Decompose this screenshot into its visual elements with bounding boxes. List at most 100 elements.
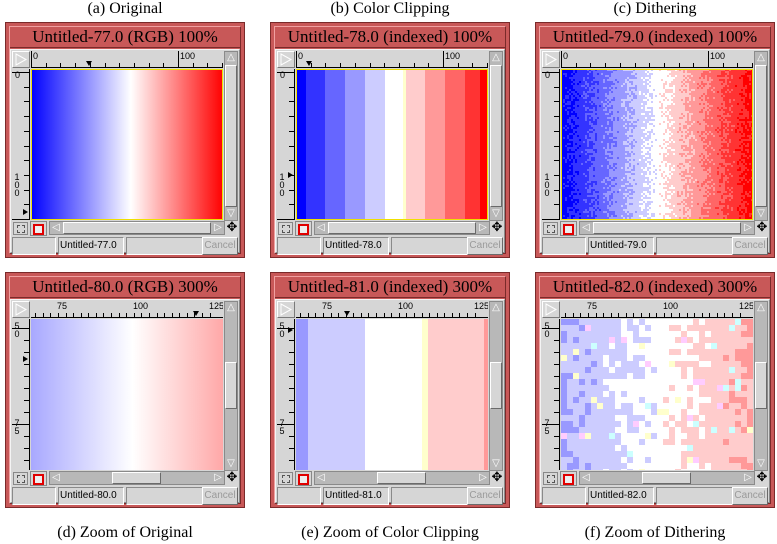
menu-button[interactable] [277, 51, 295, 68]
horizontal-ruler[interactable]: 75 100 125 [296, 301, 488, 318]
scroll-up-arrow[interactable]: △ [490, 52, 502, 64]
navigate-icon[interactable]: ✥ [490, 471, 504, 485]
scroll-left-arrow[interactable]: ◁ [315, 472, 327, 484]
horizontal-scroll-thumb[interactable] [377, 472, 426, 484]
image-canvas[interactable] [31, 69, 223, 220]
vertical-ruler[interactable]: 0 100 [542, 69, 560, 220]
menu-button[interactable] [542, 301, 560, 318]
cancel-button[interactable]: Cancel [467, 487, 503, 505]
horizontal-scrollbar[interactable]: ◁ ▷ [314, 471, 490, 485]
horizontal-ruler[interactable]: 0 100 [296, 51, 488, 68]
quickmask-off-button[interactable] [278, 222, 293, 235]
vertical-scrollbar[interactable]: △ ▽ [754, 301, 768, 471]
scroll-left-arrow[interactable]: ◁ [50, 472, 62, 484]
cancel-button[interactable]: Cancel [202, 487, 238, 505]
vertical-scrollbar[interactable]: △ ▽ [489, 301, 503, 471]
vertical-scroll-thumb[interactable] [490, 362, 502, 409]
scroll-up-arrow[interactable]: △ [225, 302, 237, 314]
menu-button[interactable] [277, 301, 295, 318]
vertical-ruler[interactable]: 50 75 [12, 319, 30, 470]
cancel-button[interactable]: Cancel [732, 237, 768, 255]
vertical-ruler[interactable]: 50 75 [277, 319, 295, 470]
quickmask-on-button[interactable] [295, 221, 312, 236]
navigate-icon[interactable]: ✥ [225, 471, 239, 485]
scroll-up-arrow[interactable]: △ [755, 52, 767, 64]
cancel-button[interactable]: Cancel [467, 237, 503, 255]
horizontal-scrollbar[interactable]: ◁ ▷ [579, 221, 755, 235]
image-canvas[interactable] [561, 69, 753, 220]
vertical-scroll-thumb[interactable] [225, 362, 237, 409]
scroll-down-arrow[interactable]: ▽ [225, 208, 237, 220]
horizontal-ruler[interactable]: 75 100 125 [561, 301, 753, 318]
vertical-ruler[interactable]: 50 75 [542, 319, 560, 470]
menu-button[interactable] [12, 51, 30, 68]
scroll-left-arrow[interactable]: ◁ [580, 222, 592, 234]
horizontal-scrollbar[interactable]: ◁ ▷ [579, 471, 755, 485]
scroll-left-arrow[interactable]: ◁ [580, 472, 592, 484]
quickmask-off-button[interactable] [543, 472, 558, 485]
image-canvas[interactable] [296, 69, 488, 220]
horizontal-ruler[interactable]: 75 100 125 [31, 301, 223, 318]
quickmask-on-button[interactable] [30, 471, 47, 486]
window-title[interactable]: Untitled-77.0 (RGB) 100% [10, 27, 240, 48]
vertical-scrollbar[interactable]: △ ▽ [224, 301, 238, 471]
image-canvas[interactable] [561, 319, 753, 470]
horizontal-scroll-thumb[interactable] [328, 222, 476, 234]
scroll-down-arrow[interactable]: ▽ [490, 208, 502, 220]
horizontal-ruler[interactable]: 0 100 [31, 51, 223, 68]
navigate-icon[interactable]: ✥ [755, 471, 769, 485]
vertical-scroll-thumb[interactable] [755, 65, 767, 207]
quickmask-off-button[interactable] [13, 222, 28, 235]
cancel-button[interactable]: Cancel [202, 237, 238, 255]
scroll-down-arrow[interactable]: ▽ [225, 458, 237, 470]
window-title[interactable]: Untitled-82.0 (indexed) 300% [540, 277, 770, 298]
vertical-scrollbar[interactable]: △ ▽ [489, 51, 503, 221]
vertical-ruler[interactable]: 0 100 [12, 69, 30, 220]
menu-button[interactable] [542, 51, 560, 68]
vertical-ruler[interactable]: 0 100 [277, 69, 295, 220]
horizontal-ruler[interactable]: 0 100 [561, 51, 753, 68]
scroll-up-arrow[interactable]: △ [225, 52, 237, 64]
vertical-scrollbar[interactable]: △ ▽ [224, 51, 238, 221]
vertical-scroll-thumb[interactable] [755, 362, 767, 409]
quickmask-on-button[interactable] [560, 221, 577, 236]
quickmask-on-button[interactable] [30, 221, 47, 236]
scroll-right-arrow[interactable]: ▷ [212, 472, 224, 484]
scroll-right-arrow[interactable]: ▷ [477, 472, 489, 484]
image-canvas[interactable] [31, 319, 223, 470]
window-title[interactable]: Untitled-80.0 (RGB) 300% [10, 277, 240, 298]
horizontal-scrollbar[interactable]: ◁ ▷ [49, 221, 225, 235]
horizontal-scroll-thumb[interactable] [593, 222, 741, 234]
quickmask-off-button[interactable] [543, 222, 558, 235]
window-title[interactable]: Untitled-81.0 (indexed) 300% [275, 277, 505, 298]
scroll-down-arrow[interactable]: ▽ [490, 458, 502, 470]
scroll-up-arrow[interactable]: △ [755, 302, 767, 314]
scroll-right-arrow[interactable]: ▷ [742, 472, 754, 484]
horizontal-scroll-thumb[interactable] [112, 472, 161, 484]
scroll-left-arrow[interactable]: ◁ [50, 222, 62, 234]
scroll-right-arrow[interactable]: ▷ [742, 222, 754, 234]
navigate-icon[interactable]: ✥ [490, 221, 504, 235]
cancel-button[interactable]: Cancel [732, 487, 768, 505]
horizontal-scrollbar[interactable]: ◁ ▷ [314, 221, 490, 235]
scroll-left-arrow[interactable]: ◁ [315, 222, 327, 234]
horizontal-scroll-thumb[interactable] [642, 472, 691, 484]
navigate-icon[interactable]: ✥ [225, 221, 239, 235]
quickmask-off-button[interactable] [13, 472, 28, 485]
vertical-scroll-thumb[interactable] [490, 65, 502, 207]
window-title[interactable]: Untitled-78.0 (indexed) 100% [275, 27, 505, 48]
window-title[interactable]: Untitled-79.0 (indexed) 100% [540, 27, 770, 48]
scroll-up-arrow[interactable]: △ [490, 302, 502, 314]
scroll-right-arrow[interactable]: ▷ [212, 222, 224, 234]
quickmask-on-button[interactable] [560, 471, 577, 486]
quickmask-off-button[interactable] [278, 472, 293, 485]
menu-button[interactable] [12, 301, 30, 318]
scroll-down-arrow[interactable]: ▽ [755, 458, 767, 470]
navigate-icon[interactable]: ✥ [755, 221, 769, 235]
quickmask-on-button[interactable] [295, 471, 312, 486]
vertical-scroll-thumb[interactable] [225, 65, 237, 207]
image-canvas[interactable] [296, 319, 488, 470]
vertical-scrollbar[interactable]: △ ▽ [754, 51, 768, 221]
scroll-right-arrow[interactable]: ▷ [477, 222, 489, 234]
scroll-down-arrow[interactable]: ▽ [755, 208, 767, 220]
